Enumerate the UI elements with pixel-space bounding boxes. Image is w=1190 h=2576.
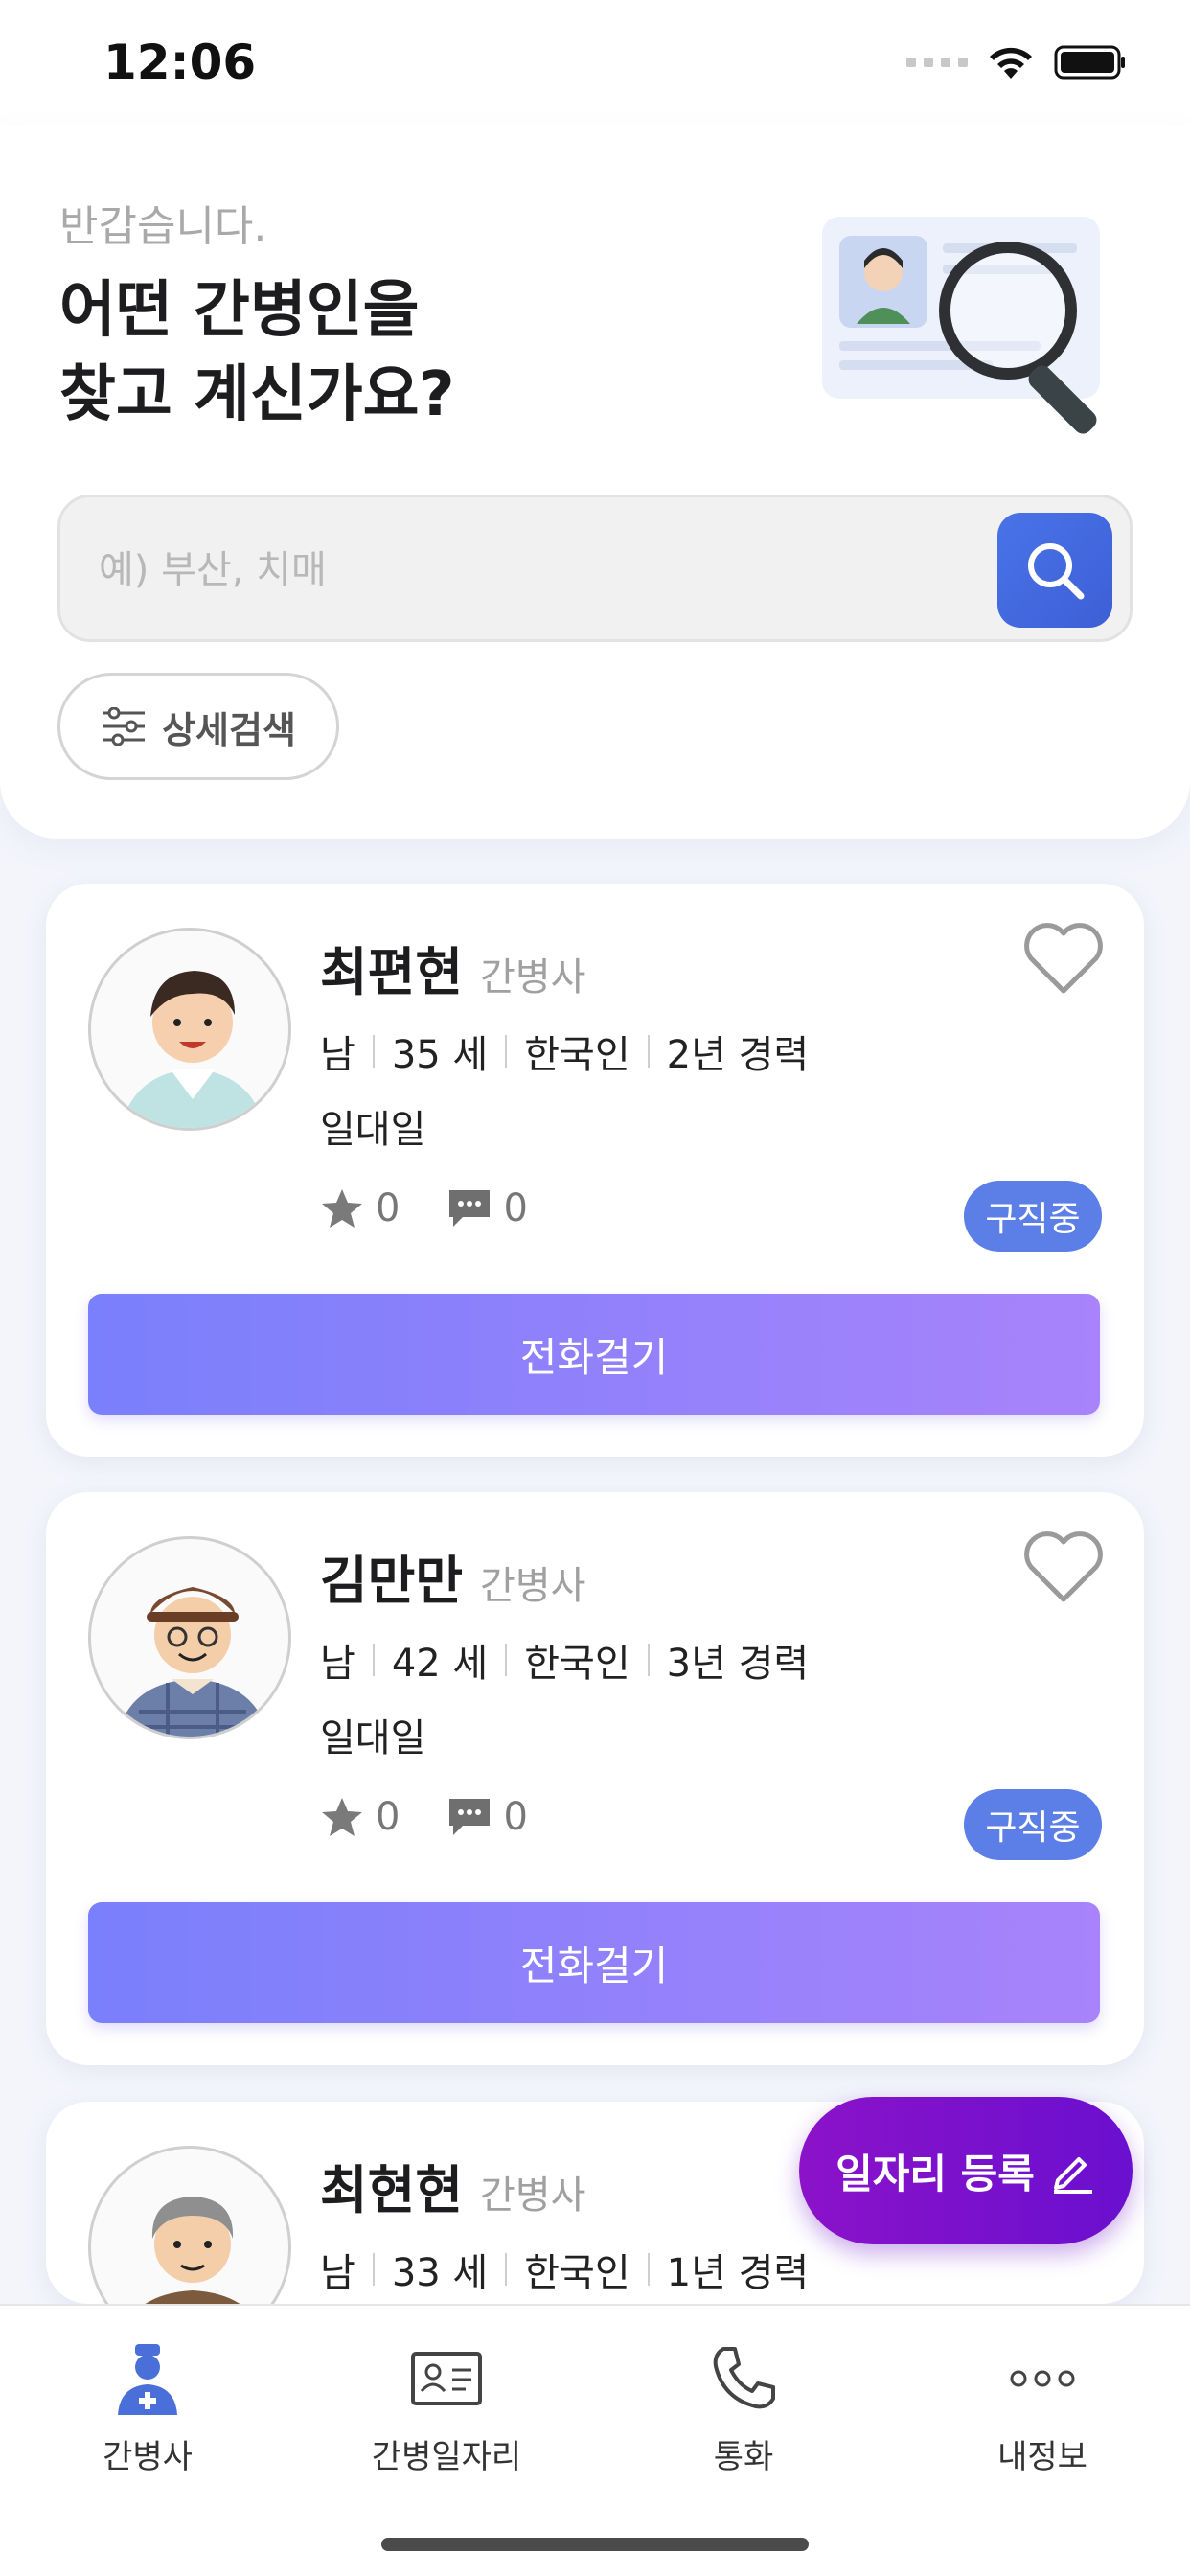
tab-caregiver-jobs[interactable]: 간병일자리 <box>303 2340 590 2477</box>
search-input[interactable] <box>99 532 961 609</box>
divider <box>505 2253 508 2286</box>
tab-label: 간병일자리 <box>371 2438 522 2476</box>
experience: 3년 경력 <box>666 1642 810 1686</box>
divider <box>647 1035 650 1068</box>
more-icon <box>1010 2370 1075 2387</box>
register-job-label: 일자리 등록 <box>835 2150 1035 2197</box>
search-bar <box>57 494 1133 642</box>
avatar <box>88 2146 291 2304</box>
care-type: 일대일 <box>320 1108 426 1152</box>
rating-count: 0 <box>376 1186 400 1230</box>
pencil-icon <box>1053 2157 1092 2194</box>
divider <box>647 1644 650 1676</box>
avatar <box>88 928 291 1131</box>
caregiver-role: 간병사 <box>480 2174 586 2218</box>
status-badge: 구직중 <box>964 1789 1102 1860</box>
star-icon <box>322 1798 362 1836</box>
divider <box>505 1644 508 1676</box>
experience: 2년 경력 <box>666 1033 810 1077</box>
caregiver-name-row: 김만만 간병사 <box>320 1538 585 1614</box>
tab-label: 간병사 <box>103 2438 193 2476</box>
star-icon <box>322 1189 362 1228</box>
tab-caregiver[interactable]: 간병사 <box>4 2340 291 2477</box>
gender: 남 <box>320 1033 355 1077</box>
bottom-tab-bar: 간병사 간병일자리 통화 내정보 <box>0 2304 1190 2576</box>
status-time: 12:06 <box>103 34 257 90</box>
tab-label: 통화 <box>713 2438 774 2476</box>
tab-my-info[interactable]: 내정보 <box>899 2340 1186 2477</box>
review-count: 0 <box>503 1186 528 1230</box>
divider <box>372 1035 375 1068</box>
cellular-signal-icon <box>906 58 968 67</box>
status-badge: 구직중 <box>964 1181 1102 1252</box>
divider <box>505 1035 508 1068</box>
divider <box>372 2253 375 2286</box>
call-button[interactable]: 전화걸기 <box>88 1294 1100 1414</box>
avatar <box>88 1536 291 1739</box>
nationality: 한국인 <box>524 1642 630 1686</box>
age: 33 세 <box>391 2251 489 2295</box>
nurse-icon <box>118 2344 177 2415</box>
care-type: 일대일 <box>320 1716 426 1760</box>
gender: 남 <box>320 2251 355 2295</box>
nationality: 한국인 <box>524 2251 630 2295</box>
status-icons <box>906 44 1127 80</box>
age: 42 세 <box>391 1642 489 1686</box>
comment-icon <box>449 1190 491 1227</box>
experience: 1년 경력 <box>666 2251 810 2295</box>
review-count: 0 <box>503 1795 528 1839</box>
gender: 남 <box>320 1642 355 1686</box>
comment-icon <box>449 1799 491 1835</box>
caregiver-name: 김만만 <box>320 1551 464 1611</box>
caregiver-info: 남 42 세 한국인 3년 경력 <box>320 1632 809 1688</box>
nationality: 한국인 <box>524 1033 630 1077</box>
caregiver-info: 남 35 세 한국인 2년 경력 <box>320 1024 809 1079</box>
search-button[interactable] <box>997 513 1112 628</box>
caregiver-stats: 0 0 <box>320 1795 528 1839</box>
caregiver-name-row: 최편현 간병사 <box>320 930 585 1005</box>
caregiver-card[interactable]: 최편현 간병사 남 35 세 한국인 2년 경력 일대일 0 0 구직중 전화걸… <box>46 884 1144 1457</box>
phone-icon <box>713 2347 775 2409</box>
age: 35 세 <box>391 1033 489 1077</box>
search-caregiver-illustration <box>822 217 1100 434</box>
caregiver-name: 최현현 <box>320 2160 464 2220</box>
filter-sliders-icon <box>103 707 146 746</box>
tab-call[interactable]: 통화 <box>600 2340 887 2477</box>
page-title: 어떤 간병인을 찾고 계신가요? <box>59 275 455 430</box>
detail-search-button[interactable]: 상세검색 <box>57 673 339 780</box>
home-indicator[interactable] <box>381 2538 809 2551</box>
rating-count: 0 <box>376 1795 400 1839</box>
search-header: 반갑습니다. 어떤 간병인을 찾고 계신가요? 예) 부산, 치매 상세검색 <box>0 125 1190 839</box>
caregiver-name: 최편현 <box>320 942 464 1002</box>
tab-label: 내정보 <box>997 2438 1087 2476</box>
greeting-text: 반갑습니다. <box>59 202 267 251</box>
status-bar: 12:06 <box>0 0 1190 125</box>
battery-icon <box>1054 45 1125 80</box>
caregiver-info: 남 33 세 한국인 1년 경력 <box>320 2242 809 2297</box>
wifi-icon <box>990 47 1032 79</box>
detail-search-label: 상세검색 <box>162 708 296 751</box>
divider <box>647 2253 650 2286</box>
caregiver-role: 간병사 <box>480 1564 586 1608</box>
id-card-icon <box>411 2352 482 2405</box>
heart-icon[interactable] <box>1021 920 1106 997</box>
register-job-button[interactable]: 일자리 등록 <box>799 2097 1133 2244</box>
caregiver-role: 간병사 <box>480 955 586 1000</box>
caregiver-name-row: 최현현 간병사 <box>320 2148 585 2223</box>
divider <box>372 1644 375 1676</box>
caregiver-stats: 0 0 <box>320 1186 528 1230</box>
caregiver-card[interactable]: 김만만 간병사 남 42 세 한국인 3년 경력 일대일 0 0 구직중 전화걸… <box>46 1492 1144 2065</box>
search-icon <box>1028 543 1085 600</box>
heart-icon[interactable] <box>1021 1529 1106 1605</box>
call-button[interactable]: 전화걸기 <box>88 1902 1100 2023</box>
